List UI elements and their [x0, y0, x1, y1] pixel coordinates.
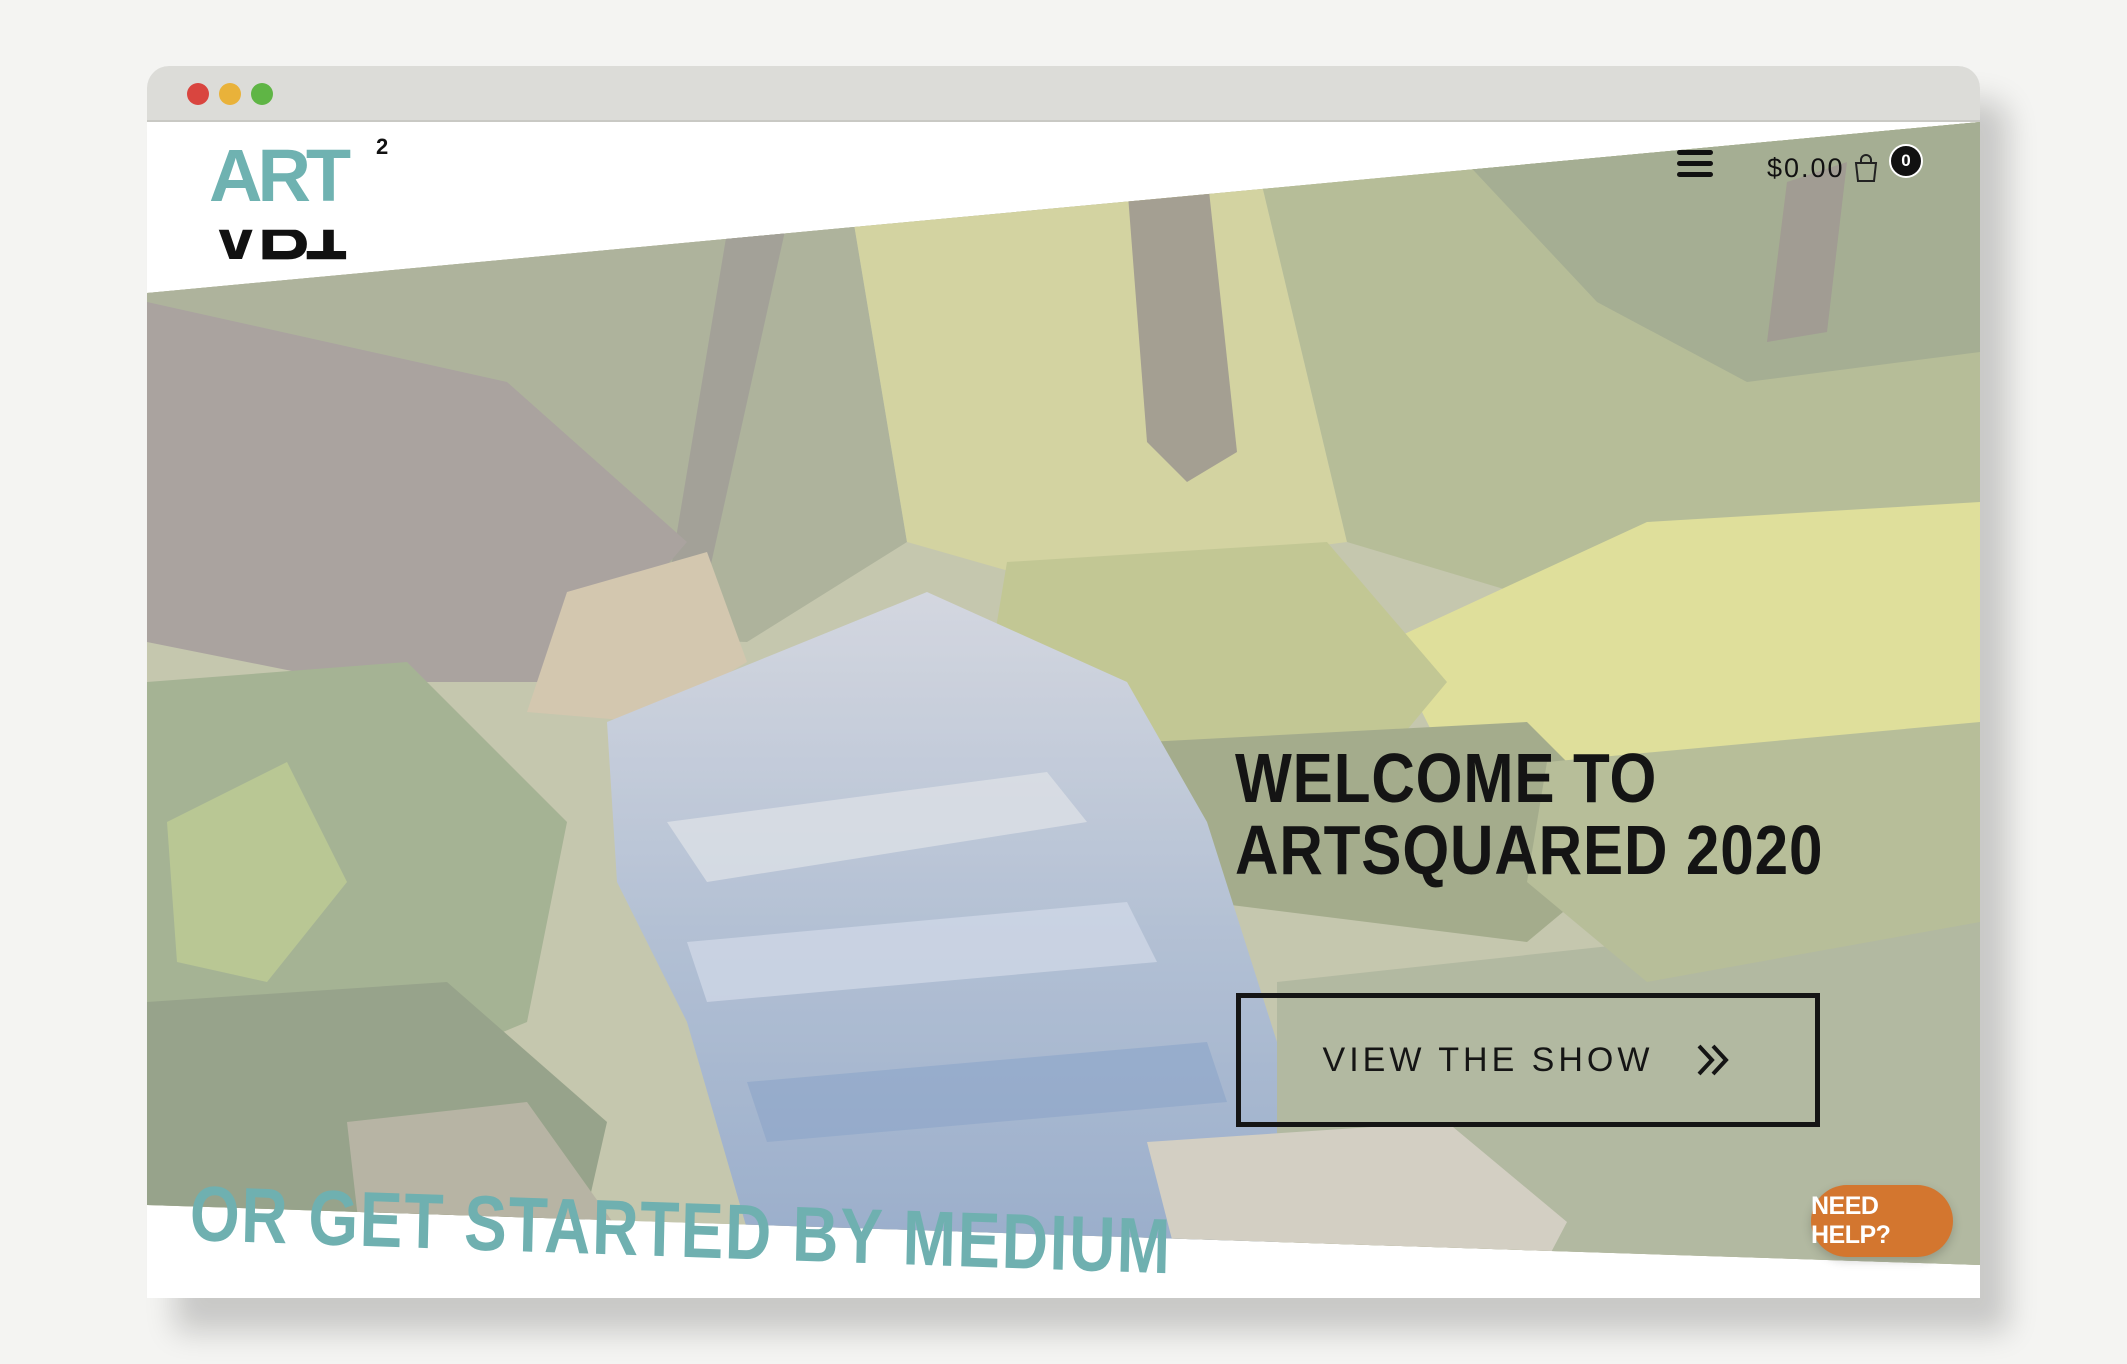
- hero-title-line-1: WELCOME TO: [1235, 739, 1658, 817]
- view-the-show-button[interactable]: VIEW THE SHOW: [1236, 993, 1820, 1127]
- browser-titlebar: [147, 66, 1980, 122]
- maximize-window-dot[interactable]: [251, 83, 273, 105]
- minimize-window-dot[interactable]: [219, 83, 241, 105]
- hero-title-line-2: ARTSQUARED 2020: [1235, 811, 1824, 889]
- close-window-dot[interactable]: [187, 83, 209, 105]
- logo-superscript: 2: [376, 134, 389, 159]
- cart-total: $0.00: [1767, 152, 1845, 183]
- double-chevron-right-icon: [1695, 1042, 1733, 1078]
- cart-button[interactable]: $0.00: [1767, 150, 1879, 186]
- view-the-show-label: VIEW THE SHOW: [1322, 1040, 1654, 1079]
- hamburger-menu-icon[interactable]: [1677, 150, 1713, 180]
- browser-window: ART ART 2 $0.00 0 WELCOME TO ARTSQUARED …: [147, 66, 1980, 1298]
- cart-count-badge: 0: [1889, 144, 1923, 178]
- logo-text-top: ART: [209, 134, 351, 217]
- need-help-button[interactable]: NEED HELP?: [1811, 1185, 1953, 1257]
- artsquared-logo[interactable]: ART ART: [209, 134, 399, 264]
- shopping-bag-icon: [1853, 153, 1879, 183]
- hero-title: WELCOME TO ARTSQUARED 2020: [1235, 742, 1837, 886]
- page-viewport: ART ART 2 $0.00 0 WELCOME TO ARTSQUARED …: [147, 122, 1980, 1298]
